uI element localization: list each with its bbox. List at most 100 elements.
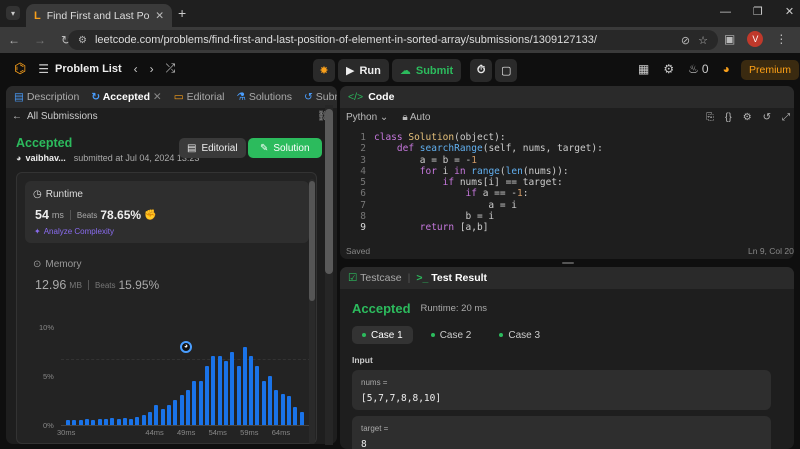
chart-bar-39ms[interactable]: [122, 418, 127, 425]
debug-button[interactable]: ✸: [313, 59, 335, 82]
chart-bar-67ms[interactable]: [299, 412, 304, 425]
chart-bar-40ms[interactable]: [129, 419, 134, 425]
editorial-button[interactable]: ▤ Editorial: [179, 138, 246, 158]
notes-button[interactable]: ▢: [495, 59, 518, 82]
browser-tab[interactable]: L Find First and Last Position of E ✕: [26, 4, 172, 27]
layout-icon[interactable]: ▦: [638, 62, 649, 76]
analyze-complexity-link[interactable]: ✦ Analyze Complexity: [34, 227, 114, 236]
submit-button[interactable]: ☁ Submit: [391, 59, 462, 82]
chart-bar-49ms[interactable]: [186, 389, 190, 425]
close-window-icon[interactable]: ✕: [785, 5, 794, 18]
chart-bar-54ms[interactable]: [217, 356, 222, 425]
prev-problem-icon[interactable]: ‹: [134, 62, 138, 76]
tab-solutions[interactable]: ⚗ Solutions: [237, 91, 293, 103]
solution-button[interactable]: ✎ Solution: [248, 138, 322, 158]
chart-bar-38ms[interactable]: [116, 419, 121, 425]
next-problem-icon[interactable]: ›: [150, 62, 154, 76]
chart-bar-45ms[interactable]: [160, 409, 165, 425]
tab-test-result[interactable]: >_ Test Result: [416, 272, 487, 284]
streak-counter[interactable]: ♨ 0: [688, 62, 708, 76]
resize-handle[interactable]: [562, 262, 574, 264]
tab-submissions[interactable]: ↺ Submission: [304, 91, 337, 103]
chart-bar-52ms[interactable]: [204, 366, 209, 425]
language-select[interactable]: Python ⌄: [346, 112, 388, 123]
timer-button[interactable]: ⏱: [470, 59, 493, 82]
chart-bar-59ms[interactable]: [249, 356, 254, 425]
chart-bar-50ms[interactable]: [192, 380, 197, 425]
chart-bar-62ms[interactable]: [268, 376, 273, 425]
problem-list-link[interactable]: Problem List: [55, 63, 122, 75]
profile-avatar[interactable]: V: [747, 31, 764, 47]
tab-accepted[interactable]: ↻ Accepted ✕: [91, 91, 161, 103]
chart-bar-37ms[interactable]: [110, 418, 115, 425]
tab-testcase[interactable]: ☑ Testcase: [348, 272, 402, 284]
fullscreen-icon[interactable]: ⤢: [782, 112, 790, 123]
tab-description[interactable]: ▤ Description: [14, 91, 79, 103]
chart-bar-65ms[interactable]: [287, 395, 292, 425]
code-editor[interactable]: class Solution(object): def searchRange(…: [374, 132, 603, 234]
chart-bar-63ms[interactable]: [274, 389, 279, 425]
back-icon[interactable]: ←: [6, 33, 22, 47]
chart-bar-41ms[interactable]: [135, 417, 140, 425]
chart-bar-53ms[interactable]: [211, 356, 216, 425]
case-2-tab[interactable]: Case 2: [421, 326, 482, 344]
left-scrollbar[interactable]: [309, 179, 315, 444]
memory-label[interactable]: ⊙ Memory: [33, 259, 82, 270]
minimize-icon[interactable]: —: [720, 6, 731, 18]
chart-bar-34ms[interactable]: [91, 420, 96, 425]
leetcode-logo[interactable]: ⌬: [14, 60, 26, 77]
case-3-tab[interactable]: Case 3: [489, 326, 550, 344]
site-info-icon[interactable]: ⚙: [78, 35, 87, 46]
current-submission-marker[interactable]: ◕: [180, 341, 192, 353]
reset-icon[interactable]: ↺: [763, 112, 771, 123]
run-button[interactable]: ▶ Run: [338, 59, 389, 82]
all-submissions-link[interactable]: All Submissions: [27, 111, 98, 122]
forward-icon[interactable]: →: [32, 33, 48, 47]
eye-off-icon[interactable]: ⊘: [681, 34, 690, 47]
chart-bar-35ms[interactable]: [97, 419, 102, 425]
settings-icon[interactable]: ⚙: [743, 112, 752, 123]
chart-bar-36ms[interactable]: [103, 419, 108, 425]
chart-bar-66ms[interactable]: [293, 407, 298, 425]
tab-editorial[interactable]: ▭ Editorial: [174, 91, 225, 103]
chart-bar-42ms[interactable]: [141, 415, 146, 425]
settings-gear-icon[interactable]: ⚙: [663, 62, 674, 76]
chart-bar-57ms[interactable]: [236, 366, 241, 425]
tab-search-icon[interactable]: ▾: [6, 6, 20, 20]
chart-bar-30ms[interactable]: [66, 420, 70, 425]
bookmark-star-icon[interactable]: ☆: [698, 34, 708, 47]
extensions-icon[interactable]: ▣: [724, 32, 735, 46]
chart-bar-56ms[interactable]: [230, 351, 235, 425]
new-tab-icon[interactable]: +: [178, 5, 186, 21]
runtime-card[interactable]: ◷ Runtime 54 ms Beats 78.65% ✊ ✦ Analyze C…: [25, 181, 309, 243]
chart-bar-60ms[interactable]: [255, 366, 260, 425]
chart-bar-48ms[interactable]: [179, 394, 184, 425]
menu-dots-icon[interactable]: ⋮: [775, 32, 787, 46]
chart-bar-55ms[interactable]: [223, 361, 228, 425]
auto-mode[interactable]: 🔒︎ Auto: [402, 112, 430, 123]
bookmark-icon[interactable]: ⎘: [706, 112, 714, 123]
chart-bar-47ms[interactable]: [173, 399, 178, 425]
chart-bar-64ms[interactable]: [280, 393, 285, 425]
memory-stats[interactable]: 12.96 MB Beats 15.95%: [35, 278, 159, 292]
premium-button[interactable]: Premium: [741, 60, 800, 80]
maximize-icon[interactable]: ❐: [753, 5, 763, 18]
chart-bar-44ms[interactable]: [154, 405, 159, 425]
chart-bar-51ms[interactable]: [198, 380, 203, 425]
chart-bar-31ms[interactable]: [72, 420, 77, 425]
chart-bar-61ms[interactable]: [261, 380, 266, 425]
chart-bar-43ms[interactable]: [148, 412, 153, 425]
chart-bar-58ms[interactable]: [242, 346, 247, 425]
chart-bar-46ms[interactable]: [167, 405, 172, 425]
format-braces-icon[interactable]: {}: [725, 112, 732, 123]
close-tab-icon[interactable]: ✕: [155, 10, 164, 22]
shuffle-icon[interactable]: ⤮: [166, 61, 176, 76]
back-arrow-icon[interactable]: ←: [12, 111, 22, 122]
code-title[interactable]: Code: [368, 91, 394, 103]
panel-scrollbar[interactable]: [325, 105, 333, 445]
url-bar[interactable]: ⚙ leetcode.com/problems/find-first-and-l…: [68, 30, 718, 50]
username[interactable]: vaibhav...: [25, 153, 65, 163]
case-1-tab[interactable]: Case 1: [352, 326, 413, 344]
user-avatar-small[interactable]: ◕: [16, 153, 21, 163]
chart-bar-33ms[interactable]: [84, 419, 89, 425]
